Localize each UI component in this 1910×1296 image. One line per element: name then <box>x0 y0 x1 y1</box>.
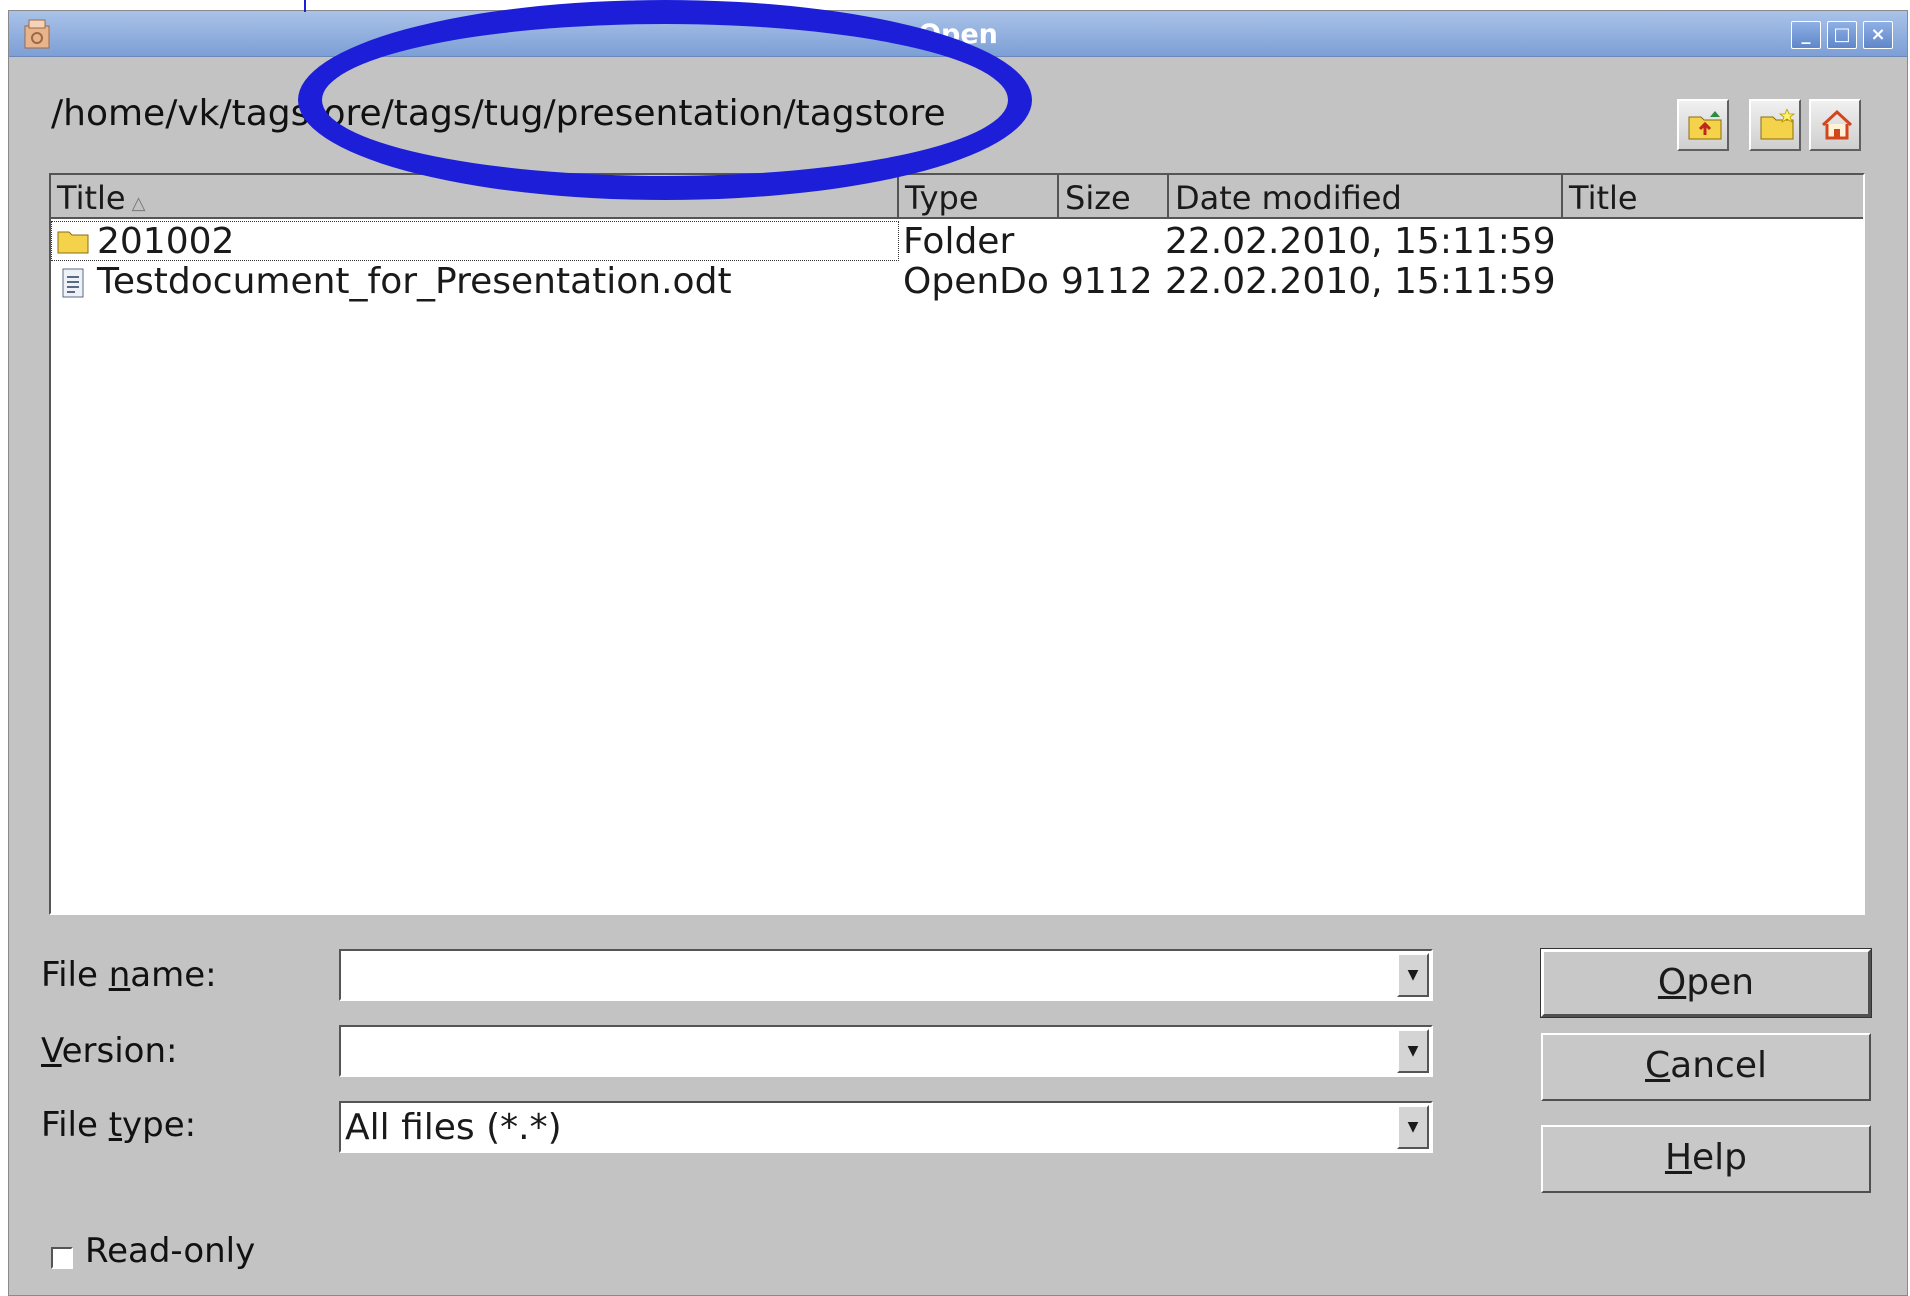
file-type: Folder <box>903 221 1015 262</box>
chevron-down-icon[interactable]: ▼ <box>1397 1105 1429 1149</box>
column-header-label: Size <box>1065 179 1131 217</box>
column-header-size[interactable]: Size <box>1059 175 1169 219</box>
open-button[interactable]: Open <box>1540 948 1872 1018</box>
file-title: Testdocument_for_Presentation.odt <box>97 261 732 302</box>
file-type-value: All files (*.*) <box>345 1107 562 1148</box>
window-title: Open <box>918 19 998 50</box>
column-header-label: Title <box>1569 179 1638 217</box>
home-icon <box>1821 109 1853 140</box>
current-path: /home/vk/tagstore/tags/tug/presentation/… <box>51 93 946 134</box>
version-field[interactable]: ▼ <box>339 1025 1433 1077</box>
open-dialog: Open _ □ × /home/vk/tagstore/tags/tug/pr… <box>8 10 1908 1296</box>
minimize-button[interactable]: _ <box>1791 21 1821 49</box>
button-label: ancel <box>1670 1045 1767 1086</box>
folder-icon <box>57 231 89 254</box>
button-label: pen <box>1686 962 1755 1003</box>
label-text: ersion: <box>61 1031 178 1071</box>
close-button[interactable]: × <box>1863 21 1893 49</box>
mnemonic: H <box>1664 1137 1693 1178</box>
column-header-doc-title[interactable]: Title <box>1563 175 1863 219</box>
chevron-down-icon[interactable]: ▼ <box>1397 1029 1429 1073</box>
column-header-label: Type <box>905 179 979 217</box>
cancel-button[interactable]: Cancel <box>1541 1033 1871 1101</box>
title-bar[interactable]: Open _ □ × <box>9 11 1907 57</box>
column-header-type[interactable]: Type <box>899 175 1059 219</box>
mnemonic: n <box>108 955 131 995</box>
read-only-label: Read-only <box>85 1231 256 1271</box>
file-name-field[interactable]: ▼ <box>339 949 1433 1001</box>
file-date: 22.02.2010, 15:11:59 <box>1165 221 1556 262</box>
new-folder-button[interactable] <box>1749 99 1801 151</box>
mnemonic: V <box>41 1031 62 1071</box>
version-label: Version: <box>41 1031 178 1071</box>
button-label: elp <box>1692 1137 1748 1178</box>
read-only-checkbox[interactable] <box>51 1247 73 1269</box>
annotation-pointer <box>304 0 306 12</box>
label-text: File <box>41 1105 109 1145</box>
help-button[interactable]: Help <box>1541 1125 1871 1193</box>
file-size: 9112 <box>1061 261 1153 302</box>
file-type: OpenDo <box>903 261 1049 302</box>
file-name-label: File name: <box>41 955 217 995</box>
file-date: 22.02.2010, 15:11:59 <box>1165 261 1556 302</box>
column-header-title[interactable]: Title △ <box>51 175 899 219</box>
new-folder-icon <box>1760 109 1795 140</box>
column-header-label: Date modified <box>1175 179 1402 217</box>
column-header-label: Title <box>57 179 126 217</box>
label-text: File <box>41 955 109 995</box>
mnemonic: t <box>108 1105 123 1145</box>
list-item[interactable]: Testdocument_for_Presentation.odt OpenDo… <box>51 261 1863 302</box>
label-text: ype: <box>122 1105 197 1145</box>
file-type-select[interactable]: All files (*.*) ▼ <box>339 1101 1433 1153</box>
maximize-button[interactable]: □ <box>1827 21 1857 49</box>
home-button[interactable] <box>1809 99 1861 151</box>
file-title: 201002 <box>97 221 235 262</box>
document-icon <box>62 268 84 298</box>
mnemonic: O <box>1657 962 1687 1003</box>
file-type-label: File type: <box>41 1105 196 1145</box>
file-list[interactable]: Title △ Type Size Date modified Title 201… <box>49 173 1865 915</box>
list-item[interactable]: 201002 Folder 22.02.2010, 15:11:59 <box>51 221 1863 262</box>
label-text: ame: <box>130 955 217 995</box>
sort-ascending-icon: △ <box>131 193 146 214</box>
column-header-date-modified[interactable]: Date modified <box>1169 175 1563 219</box>
folder-up-button[interactable] <box>1677 99 1729 151</box>
folder-up-icon <box>1688 111 1722 140</box>
chevron-down-icon[interactable]: ▼ <box>1397 953 1429 997</box>
mnemonic: C <box>1645 1045 1671 1086</box>
